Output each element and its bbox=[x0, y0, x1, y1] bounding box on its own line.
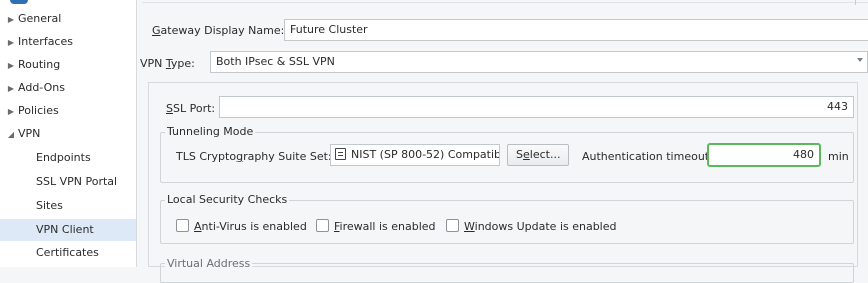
virtual-address-group: Virtual Address bbox=[160, 257, 854, 283]
sidebar-item-certificates[interactable]: Certificates bbox=[0, 242, 136, 264]
chevron-right-icon: ▶ bbox=[7, 15, 15, 24]
tls-suite-value: NIST (SP 800-52) Compatibl bbox=[351, 148, 500, 161]
gateway-display-name-label: Gateway Display Name: bbox=[152, 24, 285, 37]
ssl-port-input[interactable]: 443 bbox=[219, 96, 854, 118]
sidebar-item-label: Policies bbox=[18, 104, 59, 117]
local-security-checks-group: Local Security Checks Anti-Virus is enab… bbox=[160, 193, 854, 244]
sidebar-item-policies[interactable]: ▶ Policies bbox=[0, 100, 136, 122]
sidebar-item-ssl-vpn-portal[interactable]: SSL VPN Portal bbox=[0, 171, 136, 193]
checkbox-box[interactable] bbox=[176, 219, 189, 232]
sidebar-item-add-ons[interactable]: ▶ Add-Ons bbox=[0, 77, 136, 99]
sidebar-item-vpn-client[interactable]: VPN Client bbox=[0, 219, 136, 241]
chevron-down-icon[interactable] bbox=[857, 58, 863, 62]
chevron-down-icon: ◢ bbox=[7, 130, 15, 139]
sidebar-item-label: Add-Ons bbox=[18, 81, 65, 94]
windows-update-checkbox[interactable]: Windows Update is enabled bbox=[446, 219, 617, 233]
auth-timeout-unit: min bbox=[828, 150, 849, 163]
checkbox-box[interactable] bbox=[446, 219, 459, 232]
chevron-right-icon: ▶ bbox=[7, 61, 15, 70]
sidebar-item-vpn[interactable]: ◢ VPN bbox=[0, 123, 136, 145]
sidebar-item-label: SSL VPN Portal bbox=[36, 175, 118, 188]
sidebar-item-label: VPN bbox=[18, 127, 41, 140]
vpn-type-select[interactable]: Both IPsec & SSL VPN bbox=[210, 51, 868, 73]
sidebar-item-label: Endpoints bbox=[36, 151, 91, 164]
main-content: Gateway Display Name: Future Cluster VPN… bbox=[138, 0, 868, 283]
sidebar-item-label: Sites bbox=[36, 199, 63, 212]
chevron-right-icon: ▶ bbox=[7, 38, 15, 47]
divider bbox=[855, 0, 856, 5]
document-icon bbox=[335, 148, 346, 160]
sidebar-item-general[interactable]: ▶ General bbox=[0, 8, 136, 30]
select-tls-suite-button[interactable]: Select... bbox=[507, 144, 570, 166]
chevron-right-icon: ▶ bbox=[7, 107, 15, 116]
vpn-type-value: Both IPsec & SSL VPN bbox=[216, 55, 335, 68]
antivirus-checkbox[interactable]: Anti-Virus is enabled bbox=[176, 219, 307, 233]
ssl-port-label: SSL Port: bbox=[166, 102, 216, 115]
tls-suite-field[interactable]: NIST (SP 800-52) Compatibl bbox=[330, 144, 500, 166]
auth-timeout-input[interactable]: 480 bbox=[707, 143, 821, 167]
tunneling-mode-legend: Tunneling Mode bbox=[165, 125, 256, 138]
sidebar-item-interfaces[interactable]: ▶ Interfaces bbox=[0, 31, 136, 53]
vpn-client-panel: SSL Port: 443 Tunneling Mode TLS Cryptog… bbox=[148, 82, 858, 283]
auth-timeout-label: Authentication timeout: bbox=[582, 150, 713, 163]
checkbox-box[interactable] bbox=[316, 219, 329, 232]
divider bbox=[142, 2, 868, 3]
gateway-display-name-input[interactable]: Future Cluster bbox=[284, 19, 868, 41]
sidebar-item-label: Routing bbox=[18, 58, 61, 71]
sidebar-item-label: General bbox=[18, 12, 62, 25]
tls-suite-label: TLS Cryptography Suite Set: bbox=[176, 150, 332, 163]
sidebar-item-label: Interfaces bbox=[18, 35, 73, 48]
virtual-address-legend: Virtual Address bbox=[165, 257, 253, 270]
chevron-right-icon: ▶ bbox=[7, 84, 15, 93]
local-security-checks-legend: Local Security Checks bbox=[165, 193, 290, 206]
vpn-type-label: VPN Type: bbox=[140, 57, 195, 70]
firewall-checkbox[interactable]: Firewall is enabled bbox=[316, 219, 436, 233]
sidebar-item-endpoints[interactable]: Endpoints bbox=[0, 147, 136, 169]
sidebar-item-label: VPN Client bbox=[36, 223, 94, 236]
sidebar-tree: ▶ General ▶ Interfaces ▶ Routing ▶ Add-Ons ▶… bbox=[0, 0, 137, 267]
sidebar-item-routing[interactable]: ▶ Routing bbox=[0, 54, 136, 76]
app-logo-icon bbox=[10, 0, 28, 4]
sidebar-item-sites[interactable]: Sites bbox=[0, 195, 136, 217]
sidebar-item-label: Certificates bbox=[36, 246, 99, 259]
tunneling-mode-group: Tunneling Mode TLS Cryptography Suite Se… bbox=[160, 125, 854, 183]
